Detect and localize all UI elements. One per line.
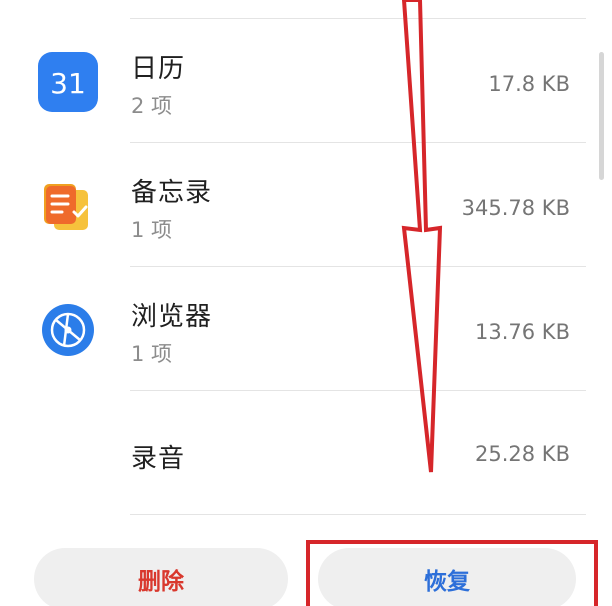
- list-item-recorder[interactable]: 录音 25.28 KB: [0, 390, 600, 514]
- annotation-highlight-box: [306, 540, 598, 606]
- data-size: 25.28 KB: [475, 442, 570, 466]
- item-count: 2 项: [131, 94, 173, 118]
- list-divider: [130, 514, 586, 515]
- app-name: 录音: [131, 444, 186, 474]
- list-item-calendar[interactable]: 31 日历 2 项 17.8 KB: [0, 18, 600, 142]
- scrollbar[interactable]: [599, 52, 604, 180]
- list-item-browser[interactable]: 浏览器 1 项 13.76 KB: [0, 266, 600, 390]
- calendar-icon: 31: [38, 52, 98, 112]
- app-name: 浏览器: [131, 302, 213, 332]
- restore-app-data-screen: 31 日历 2 项 17.8 KB 备忘录 1 项 345.78 KB 浏览器 …: [0, 0, 612, 606]
- data-size: 345.78 KB: [461, 196, 570, 220]
- item-count: 1 项: [131, 218, 173, 242]
- app-name: 日历: [131, 54, 186, 84]
- data-size: 13.76 KB: [475, 320, 570, 344]
- delete-button[interactable]: 删除: [34, 548, 288, 606]
- recorder-icon: [38, 422, 98, 482]
- item-count: 1 项: [131, 342, 173, 366]
- app-name: 备忘录: [131, 178, 213, 208]
- svg-text:31: 31: [50, 67, 86, 100]
- data-size: 17.8 KB: [488, 72, 570, 96]
- list-item-notes[interactable]: 备忘录 1 项 345.78 KB: [0, 142, 600, 266]
- notes-icon: [38, 176, 98, 236]
- browser-icon: [38, 300, 98, 360]
